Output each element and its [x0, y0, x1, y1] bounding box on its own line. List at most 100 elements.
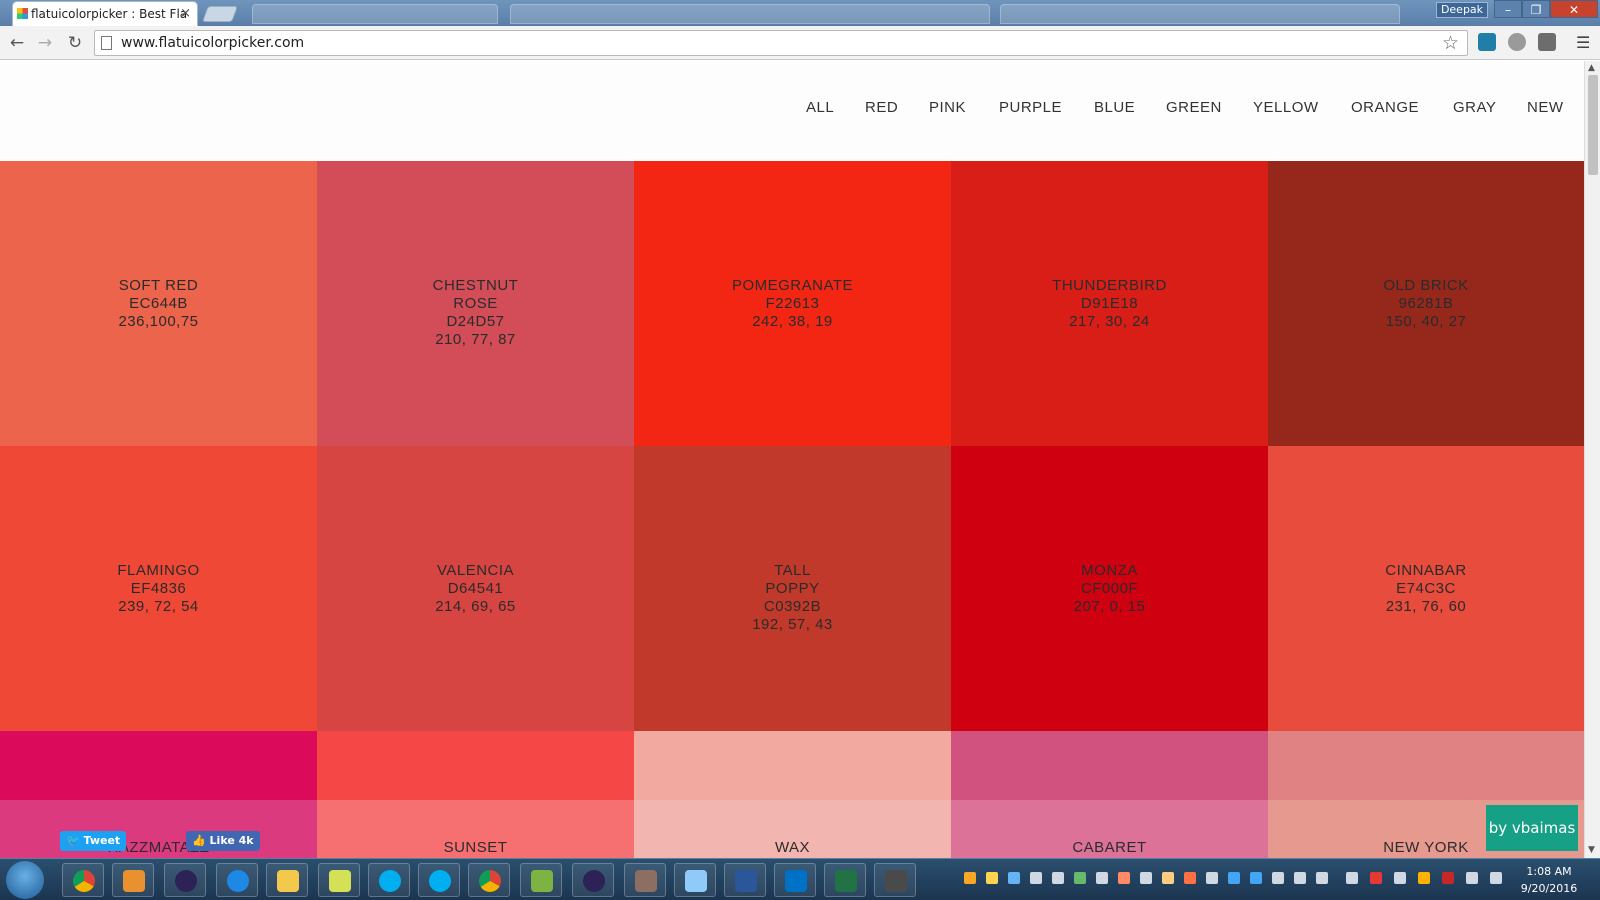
bookmark-star-icon[interactable]: ☆ [1442, 32, 1459, 54]
volume-icon[interactable] [1490, 872, 1502, 884]
tray-icon[interactable] [1370, 872, 1382, 884]
taskbar-eclipse-button[interactable] [164, 863, 206, 897]
nav-gray[interactable]: GRAY [1453, 99, 1496, 116]
network-signal-icon[interactable] [1394, 872, 1406, 884]
color-tile-wax[interactable]: WAX [634, 800, 951, 858]
back-arrow-icon[interactable]: ← [6, 32, 28, 54]
extension-square-icon[interactable] [1538, 33, 1556, 51]
color-tile-strip[interactable] [951, 731, 1268, 800]
tab-flatuicolorpicker[interactable]: flatuicolorpicker : Best Fla × [12, 1, 198, 26]
bluetooth-icon[interactable] [1346, 872, 1358, 884]
scroll-up-icon[interactable]: ▲ [1588, 63, 1595, 73]
new-tab-button[interactable] [202, 6, 238, 22]
color-tile-old-brick[interactable]: OLD BRICK 96281B 150, 40, 27 [1268, 161, 1584, 446]
scroll-thumb[interactable] [1588, 75, 1598, 175]
system-clock[interactable]: 1:08 AM 9/20/2016 [1512, 863, 1586, 897]
tray-icon[interactable] [1162, 872, 1174, 884]
tray-icon[interactable] [1442, 872, 1454, 884]
background-tabs-right[interactable] [1000, 4, 1400, 24]
tray-icon[interactable] [1118, 872, 1130, 884]
taskbar-notes-button[interactable] [318, 863, 360, 897]
color-tile-razzmatazz[interactable]: RAZZMATAZZ [0, 800, 317, 858]
color-tile-cinnabar[interactable]: CINNABAR E74C3C 231, 76, 60 [1268, 446, 1584, 731]
tab-close-icon[interactable]: × [180, 6, 191, 21]
hamburger-menu-icon[interactable]: ☰ [1576, 33, 1592, 52]
restore-button[interactable]: ❐ [1522, 0, 1550, 18]
taskbar-excel-button[interactable] [824, 863, 866, 897]
color-tile-chestnut-rose[interactable]: CHESTNUT ROSE D24D57 210, 77, 87 [317, 161, 634, 446]
profile-name[interactable]: Deepak [1436, 2, 1488, 18]
address-bar[interactable]: www.flatuicolorpicker.com ☆ [94, 30, 1468, 56]
taskbar-notepad-button[interactable] [520, 863, 562, 897]
color-tile-valencia[interactable]: VALENCIA D64541 214, 69, 65 [317, 446, 634, 731]
tweet-button[interactable]: 🐦 Tweet [60, 831, 127, 851]
color-tile-thunderbird[interactable]: THUNDERBIRD D91E18 217, 30, 24 [951, 161, 1268, 446]
tray-icon[interactable] [1294, 872, 1306, 884]
tray-icon[interactable] [1316, 872, 1328, 884]
color-tile-tall-poppy[interactable]: TALL POPPY C0392B 192, 57, 43 [634, 446, 951, 731]
tray-icon[interactable] [1030, 872, 1042, 884]
taskbar-chrome-button[interactable] [62, 863, 104, 897]
nav-all[interactable]: ALL [806, 99, 834, 116]
nav-orange[interactable]: ORANGE [1351, 99, 1419, 116]
taskbar-skype-button[interactable] [368, 863, 410, 897]
tray-icon[interactable] [1206, 872, 1218, 884]
extension-c-icon[interactable] [1478, 33, 1496, 51]
color-tile-sunset[interactable]: SUNSET [317, 800, 634, 858]
forward-arrow-icon[interactable]: → [34, 32, 56, 54]
nav-blue[interactable]: BLUE [1094, 99, 1135, 116]
background-tabs-left[interactable] [252, 4, 498, 24]
color-tile-strip[interactable] [317, 731, 634, 800]
color-tile-strip[interactable] [1268, 731, 1584, 800]
windows-start-icon[interactable] [6, 861, 44, 899]
taskbar-outlook-button[interactable] [774, 863, 816, 897]
page-scrollbar[interactable]: ▲ ▼ [1584, 61, 1600, 858]
taskbar-eclipse2-button[interactable] [572, 863, 614, 897]
tray-icon[interactable] [1250, 872, 1262, 884]
tray-icon[interactable] [1074, 872, 1086, 884]
taskbar-sublime-button[interactable] [874, 863, 916, 897]
reload-icon[interactable]: ↻ [64, 32, 86, 54]
close-window-button[interactable]: ✕ [1550, 0, 1598, 18]
url-text[interactable]: www.flatuicolorpicker.com [121, 35, 304, 51]
taskbar-chrome2-button[interactable] [468, 863, 510, 897]
scroll-down-icon[interactable]: ▼ [1588, 845, 1595, 855]
extension-globe-icon[interactable] [1508, 33, 1526, 51]
minimize-button[interactable]: – [1494, 0, 1522, 18]
facebook-like-button[interactable]: 👍 Like 4k [186, 831, 260, 851]
tray-icon[interactable] [1272, 872, 1284, 884]
tray-icon[interactable] [1184, 872, 1196, 884]
tray-icon[interactable] [964, 872, 976, 884]
credit-badge[interactable]: by vbaimas [1486, 805, 1578, 851]
color-tile-flamingo[interactable]: FLAMINGO EF4836 239, 72, 54 [0, 446, 317, 731]
nav-new[interactable]: NEW [1527, 99, 1564, 116]
tray-icon[interactable] [1140, 872, 1152, 884]
taskbar-media-button[interactable] [112, 863, 154, 897]
tray-icon[interactable] [1052, 872, 1064, 884]
nav-purple[interactable]: PURPLE [999, 99, 1062, 116]
nav-yellow[interactable]: YELLOW [1253, 99, 1319, 116]
color-tile-strip[interactable] [0, 731, 317, 800]
tray-icon[interactable] [1418, 872, 1430, 884]
taskbar-word-button[interactable] [724, 863, 766, 897]
color-tile-strip[interactable] [634, 731, 951, 800]
color-tile-pomegranate[interactable]: POMEGRANATE F22613 242, 38, 19 [634, 161, 951, 446]
nav-red[interactable]: RED [865, 99, 898, 116]
tray-icon[interactable] [1096, 872, 1108, 884]
nav-green[interactable]: GREEN [1166, 99, 1222, 116]
tray-icon[interactable] [1466, 872, 1478, 884]
taskbar-app-button[interactable] [674, 863, 716, 897]
color-tile-cabaret[interactable]: CABARET [951, 800, 1268, 858]
tray-icon[interactable] [1008, 872, 1020, 884]
tray-icon[interactable] [1228, 872, 1240, 884]
background-tabs-middle[interactable] [510, 4, 990, 24]
nav-pink[interactable]: PINK [929, 99, 966, 116]
taskbar-explorer-button[interactable] [266, 863, 308, 897]
taskbar-tools-button[interactable] [624, 863, 666, 897]
color-tile-monza[interactable]: MONZA CF000F 207, 0, 15 [951, 446, 1268, 731]
taskbar-ie-button[interactable] [216, 863, 258, 897]
color-name: RAZZMATAZZ [107, 839, 210, 856]
tray-icon[interactable] [986, 872, 998, 884]
taskbar-skype2-button[interactable] [418, 863, 460, 897]
color-tile-soft-red[interactable]: SOFT RED EC644B 236,100,75 [0, 161, 317, 446]
